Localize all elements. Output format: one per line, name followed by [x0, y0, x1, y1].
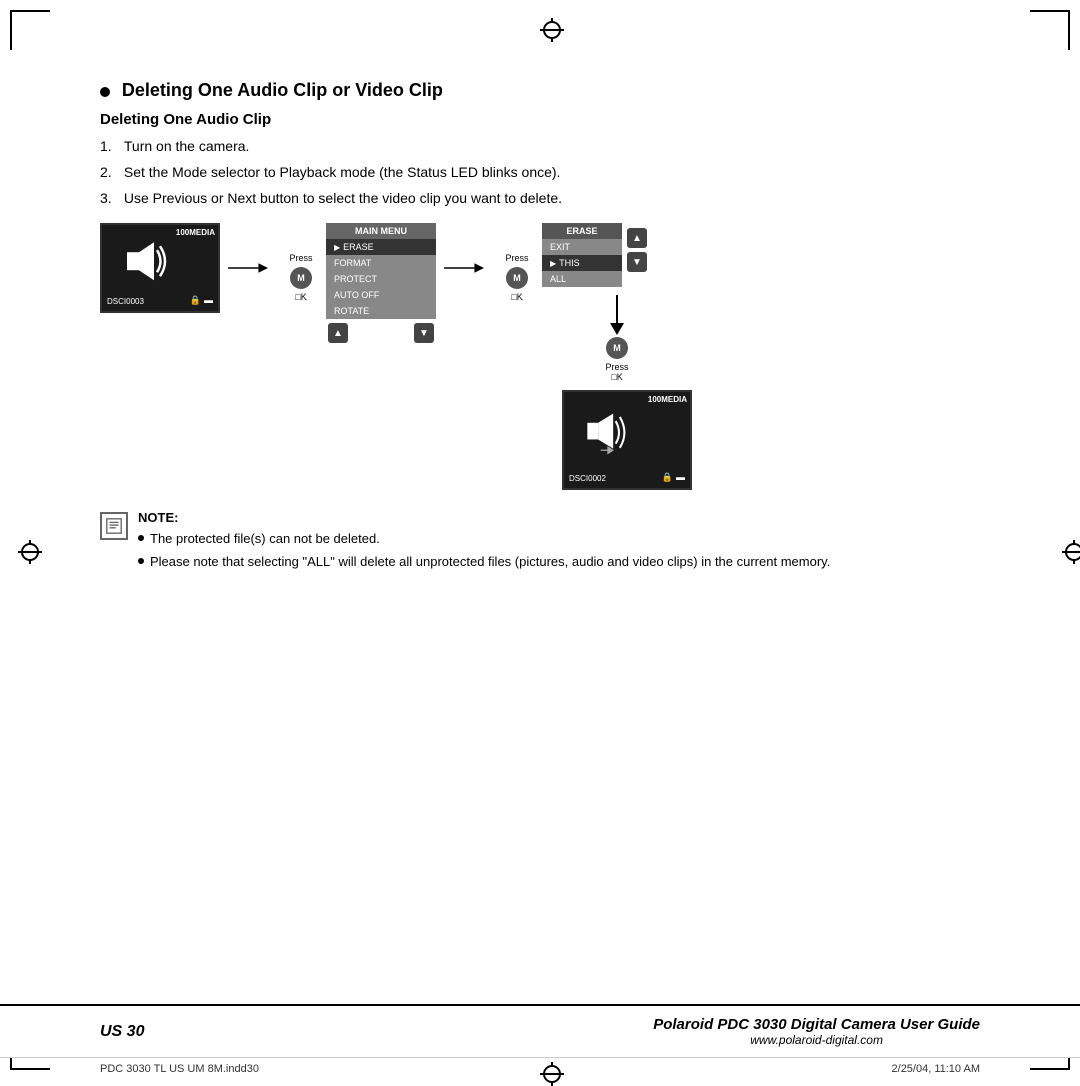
ok-label-1: □K — [295, 292, 306, 302]
erase-arrow: ▶ — [334, 243, 340, 252]
page-label: US 30 — [100, 1023, 144, 1041]
m-button-2[interactable]: M — [506, 267, 528, 289]
step-text-2: Set the Mode selector to Playback mode (… — [124, 162, 980, 183]
step-text-3: Use Previous or Next button to select th… — [124, 188, 980, 209]
ok-label-3: □K — [611, 372, 622, 382]
menu-erase-label: ERASE — [343, 242, 374, 252]
erase-item-all: ALL — [542, 271, 622, 287]
footer-right: Polaroid PDC 3030 Digital Camera User Gu… — [653, 1016, 980, 1047]
menu-format-label: FORMAT — [334, 258, 371, 268]
menu-item-protect: PROTECT — [326, 271, 436, 287]
menu-item-erase: ▶ ERASE — [326, 239, 436, 255]
erase-item-this: ▶ THIS — [542, 255, 622, 271]
erase-menu-header: ERASE — [542, 223, 622, 239]
right-group: ERASE EXIT ▶ THIS ALL ▲ ▼ — [542, 223, 692, 490]
m-button-1[interactable]: M — [290, 267, 312, 289]
menu-protect-label: PROTECT — [334, 274, 377, 284]
dsci-label-2: DSCI0002 — [569, 474, 606, 483]
corner-mark-tl — [10, 10, 50, 50]
press-label-2: Press — [505, 253, 528, 263]
menu-item-rotate: ROTATE — [326, 303, 436, 319]
nav-up-btn-2[interactable]: ▲ — [627, 228, 647, 248]
erase-exit-label: EXIT — [550, 242, 570, 252]
erase-this-label: THIS — [559, 258, 580, 268]
battery-icon-1: ▬ — [204, 295, 213, 306]
subsection-title: Deleting One Audio Clip — [100, 111, 980, 128]
nav-up-btn[interactable]: ▲ — [328, 323, 348, 343]
arrow-2 — [436, 223, 492, 278]
bullet-icon — [100, 87, 110, 97]
main-content: Deleting One Audio Clip or Video Clip De… — [100, 80, 980, 980]
nav-buttons-col: ▲ ▼ — [622, 223, 647, 272]
media-label-2: 100MEDIA — [648, 395, 687, 404]
guide-title: Polaroid PDC 3030 Digital Camera User Gu… — [653, 1016, 980, 1033]
menu-item-format: FORMAT — [326, 255, 436, 271]
press-label-1: Press — [289, 253, 312, 263]
erase-item-exit: EXIT — [542, 239, 622, 255]
note-icon — [100, 512, 128, 540]
menu-autooff-label: AUTO OFF — [334, 290, 379, 300]
main-menu-panel: MAIN MENU ▶ ERASE FORMAT PROTECT AUTO OF… — [326, 223, 436, 345]
file-label: PDC 3030 TL US UM 8M.indd30 — [100, 1063, 259, 1075]
menu-item-autooff: AUTO OFF — [326, 287, 436, 303]
step-num-3: 3. — [100, 188, 120, 209]
footer: US 30 Polaroid PDC 3030 Digital Camera U… — [0, 1004, 1080, 1080]
step-num-2: 2. — [100, 162, 120, 183]
dsci-label-1: DSCI0003 — [107, 297, 144, 306]
camera-screen-2: 100MEDIA — [562, 390, 692, 490]
main-menu-header: MAIN MENU — [326, 223, 436, 239]
press-block-1: Press M □K — [276, 223, 326, 302]
lock-icon-2: 🔒 — [662, 472, 673, 483]
note-dot-1 — [138, 535, 144, 541]
step-num-1: 1. — [100, 136, 120, 157]
speaker-icon-2 — [584, 408, 634, 461]
press-label-3: Press — [605, 362, 628, 372]
erase-all-label: ALL — [550, 274, 566, 284]
this-arrow: ▶ — [550, 259, 556, 268]
note-text-1: The protected file(s) can not be deleted… — [150, 529, 380, 549]
date-label: 2/25/04, 11:10 AM — [892, 1063, 980, 1075]
down-arrow-press: M Press □K — [542, 287, 692, 390]
note-content: NOTE: The protected file(s) can not be d… — [138, 510, 830, 574]
footer-main: US 30 Polaroid PDC 3030 Digital Camera U… — [0, 1006, 1080, 1057]
section-title: Deleting One Audio Clip or Video Clip — [122, 80, 443, 100]
section-heading: Deleting One Audio Clip or Video Clip — [100, 80, 980, 101]
footer-bottom: PDC 3030 TL US UM 8M.indd30 2/25/04, 11:… — [0, 1057, 1080, 1080]
battery-icon-2: ▬ — [676, 472, 685, 483]
bottom-icons-1: 🔒 ▬ — [190, 295, 213, 306]
lock-icon-1: 🔒 — [190, 295, 201, 306]
m-button-3[interactable]: M — [606, 337, 628, 359]
speaker-icon-1 — [122, 236, 172, 289]
nav-down-btn[interactable]: ▼ — [414, 323, 434, 343]
note-bullet-2: Please note that selecting "ALL" will de… — [138, 552, 830, 572]
arrow-1 — [220, 223, 276, 278]
erase-menu: ERASE EXIT ▶ THIS ALL — [542, 223, 622, 287]
menu-rotate-label: ROTATE — [334, 306, 369, 316]
corner-mark-tr — [1030, 10, 1070, 50]
step-1: 1. Turn on the camera. — [100, 136, 980, 157]
ok-label-2: □K — [511, 292, 522, 302]
camera-screen-1: 100MEDIA DSCI0003 🔒 ▬ — [100, 223, 220, 313]
bottom-camera-wrap: 100MEDIA — [542, 390, 692, 490]
bottom-icons-2: 🔒 ▬ — [662, 472, 685, 483]
step-3: 3. Use Previous or Next button to select… — [100, 188, 980, 209]
media-label-1: 100MEDIA — [176, 228, 215, 237]
note-title: NOTE: — [138, 510, 830, 525]
note-bullet-1: The protected file(s) can not be deleted… — [138, 529, 830, 549]
note-dot-2 — [138, 558, 144, 564]
nav-down-btn-2[interactable]: ▼ — [627, 252, 647, 272]
diagram-area: 100MEDIA DSCI0003 🔒 ▬ — [100, 223, 980, 490]
right-top-row: ERASE EXIT ▶ THIS ALL ▲ ▼ — [542, 223, 692, 287]
press-block-2: Press M □K — [492, 223, 542, 302]
note-text-2: Please note that selecting "ALL" will de… — [150, 552, 830, 572]
website: www.polaroid-digital.com — [653, 1033, 980, 1047]
steps-list: 1. Turn on the camera. 2. Set the Mode s… — [100, 136, 980, 209]
step-text-1: Turn on the camera. — [124, 136, 980, 157]
menu-nav-row: ▲ ▼ — [326, 319, 436, 345]
note-section: NOTE: The protected file(s) can not be d… — [100, 510, 980, 574]
step-2: 2. Set the Mode selector to Playback mod… — [100, 162, 980, 183]
